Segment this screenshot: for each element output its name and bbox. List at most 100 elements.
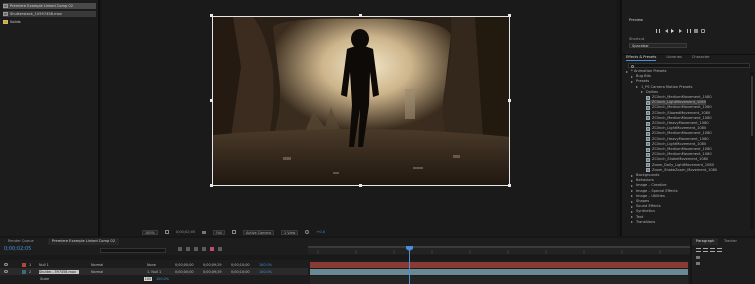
shortcut-dropdown[interactable]: Spacebar: [629, 43, 687, 48]
disclosure-triangle-icon[interactable]: [631, 195, 634, 198]
disclosure-triangle-icon[interactable]: [631, 190, 634, 193]
align-right-icon[interactable]: [710, 248, 715, 252]
camera-dropdown[interactable]: Active Camera: [243, 229, 275, 235]
project-item-comp[interactable]: Premiere Example Linked Comp 02: [3, 3, 96, 9]
last-frame-icon[interactable]: [687, 29, 691, 33]
comp-timecode[interactable]: 0;00;02;05: [176, 230, 196, 235]
tab-render-queue[interactable]: Render Queue: [4, 238, 38, 245]
play-icon[interactable]: [671, 29, 676, 33]
transform-handle[interactable]: [210, 184, 213, 187]
parent-dropdown[interactable]: None: [147, 263, 169, 267]
layer-name[interactable]: Null 1: [39, 263, 79, 267]
resolution-dropdown[interactable]: Full: [213, 229, 226, 235]
disclosure-triangle-icon[interactable]: [631, 216, 634, 219]
audio-icon[interactable]: [694, 29, 698, 33]
disclosure-triangle-icon[interactable]: [626, 70, 629, 73]
blend-mode[interactable]: Normal: [91, 263, 111, 267]
disclosure-triangle-icon[interactable]: [636, 86, 639, 89]
region-icon[interactable]: [232, 230, 237, 234]
layer-row[interactable]: 2 Shutter...597458.mov Normal 1. Null 1 …: [0, 268, 308, 275]
motion-blur-icon[interactable]: [210, 247, 214, 251]
blend-mode[interactable]: Normal: [91, 270, 111, 274]
time-ruler[interactable]: [308, 246, 690, 254]
tab-libraries[interactable]: Libraries: [666, 55, 682, 61]
preset-icon[interactable]: [646, 168, 650, 173]
shy-icon[interactable]: [194, 247, 198, 251]
tab-paragraph[interactable]: Paragraph: [692, 238, 719, 245]
effects-scrollbar[interactable]: [750, 72, 754, 230]
preset-icon[interactable]: [646, 163, 650, 168]
preset-icon[interactable]: [646, 95, 650, 100]
align-center-icon[interactable]: [703, 248, 708, 252]
layer-row[interactable]: 1 Null 1 Normal None 0;00;00;00 0;00;09;…: [0, 261, 308, 268]
preset-icon[interactable]: [646, 111, 650, 116]
tab-timeline-comp[interactable]: Premiere Example Linked Comp 02: [48, 238, 119, 245]
transform-handle[interactable]: [359, 14, 362, 17]
indent-left-icon[interactable]: [696, 256, 700, 259]
layer-bar[interactable]: [310, 261, 688, 268]
prev-frame-icon[interactable]: [663, 29, 668, 33]
effects-search-input[interactable]: [628, 63, 750, 68]
property-row[interactable]: Scale 100 100.0%: [0, 275, 308, 282]
zoom-dropdown[interactable]: 100%: [142, 229, 158, 235]
disclosure-triangle-icon[interactable]: [631, 75, 634, 78]
preset-icon[interactable]: [646, 100, 650, 105]
disclosure-triangle-icon[interactable]: [631, 200, 634, 203]
tab-tracker[interactable]: Tracker: [720, 238, 741, 245]
grid-icon[interactable]: [164, 230, 169, 234]
camera-icon[interactable]: [202, 230, 207, 234]
loop-icon[interactable]: [701, 29, 705, 33]
transform-handle[interactable]: [210, 14, 213, 17]
preset-icon[interactable]: [646, 126, 650, 131]
tab-effects-presets[interactable]: Effects & Presets: [626, 55, 657, 61]
parent-dropdown[interactable]: 1. Null 1: [147, 270, 169, 274]
transform-handle[interactable]: [359, 184, 362, 187]
tab-character[interactable]: Character: [692, 55, 710, 61]
justify-icon[interactable]: [717, 248, 722, 252]
align-left-icon[interactable]: [696, 248, 701, 252]
preset-icon[interactable]: [646, 147, 650, 152]
project-item-footage[interactable]: Shutterstock_10597458.mov: [3, 11, 96, 17]
transform-handle[interactable]: [508, 14, 511, 17]
first-frame-icon[interactable]: [656, 29, 660, 33]
current-time-display[interactable]: 0;00;02;05: [4, 247, 31, 252]
transform-handle[interactable]: [508, 184, 511, 187]
disclosure-triangle-icon[interactable]: [641, 91, 644, 94]
indent-first-icon[interactable]: [696, 262, 700, 265]
preset-icon[interactable]: [646, 142, 650, 147]
preset-icon[interactable]: [646, 121, 650, 126]
exposure-value[interactable]: +0.0: [316, 230, 325, 235]
disclosure-triangle-icon[interactable]: [631, 205, 634, 208]
preset-icon[interactable]: [646, 131, 650, 136]
graph-editor-icon[interactable]: [218, 247, 222, 251]
disclosure-triangle-icon[interactable]: [631, 174, 634, 177]
preset-icon[interactable]: [646, 105, 650, 110]
reset-exposure-icon[interactable]: [305, 230, 310, 234]
disclosure-triangle-icon[interactable]: [631, 179, 634, 182]
layer-label-color[interactable]: [22, 262, 26, 267]
property-value-2[interactable]: 100.0%: [156, 277, 169, 281]
preset-icon[interactable]: [646, 137, 650, 142]
layer-search-input[interactable]: [100, 248, 166, 253]
layer-name[interactable]: Shutter...597458.mov: [39, 269, 79, 274]
visibility-icon[interactable]: [4, 270, 8, 273]
property-track[interactable]: [310, 275, 688, 284]
disclosure-triangle-icon[interactable]: [631, 210, 634, 213]
disclosure-triangle-icon[interactable]: [631, 184, 634, 187]
transform-handle[interactable]: [508, 99, 511, 102]
disclosure-triangle-icon[interactable]: [631, 221, 634, 224]
transform-handle[interactable]: [210, 99, 213, 102]
frame-blend-icon[interactable]: [202, 247, 206, 251]
effects-tree-item[interactable]: Transitions: [631, 220, 655, 225]
views-dropdown[interactable]: 1 View: [281, 229, 299, 235]
comp-flowchart-icon[interactable]: [178, 247, 182, 251]
preset-icon[interactable]: [646, 157, 650, 162]
draft-3d-icon[interactable]: [186, 247, 190, 251]
next-frame-icon[interactable]: [679, 29, 684, 33]
preset-icon[interactable]: [646, 116, 650, 121]
project-item-solids[interactable]: Solids: [3, 19, 21, 25]
composition-viewer[interactable]: [212, 16, 510, 186]
disclosure-triangle-icon[interactable]: [631, 80, 634, 83]
visibility-icon[interactable]: [4, 263, 8, 266]
layer-bar[interactable]: [310, 268, 688, 275]
